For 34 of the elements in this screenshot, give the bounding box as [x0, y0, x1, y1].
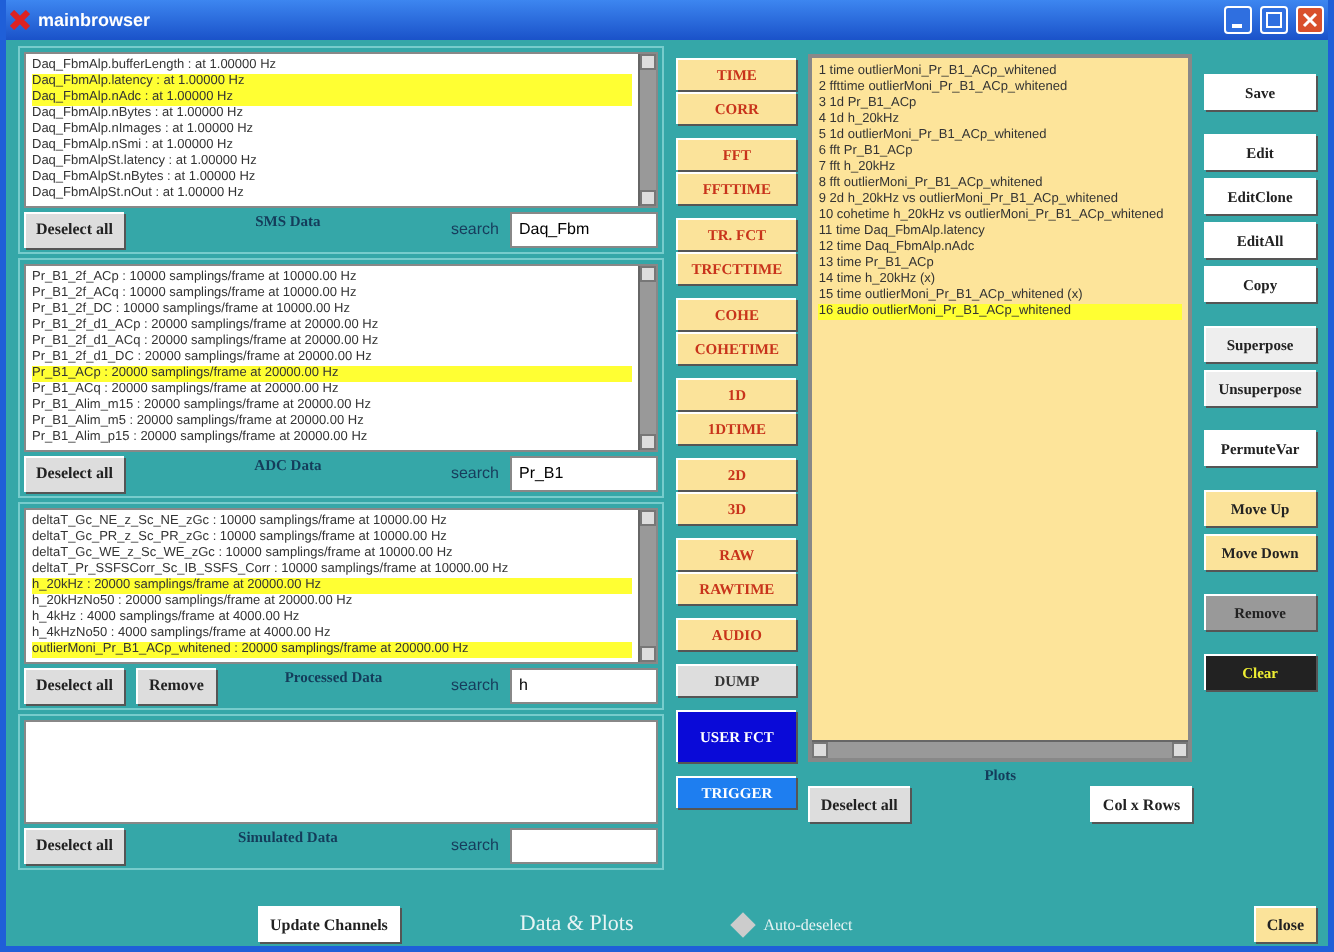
deselect-button[interactable]: Deselect all [24, 667, 125, 703]
close-button[interactable] [1296, 6, 1324, 34]
deselect-button[interactable]: Deselect all [24, 827, 125, 863]
close-button[interactable]: Close [1254, 906, 1316, 942]
window-title: mainbrowser [38, 10, 153, 30]
update-button[interactable]: Update Channels [258, 906, 400, 942]
search-field[interactable]: Daq_Fbm [510, 211, 659, 247]
deselect-button[interactable]: Deselect all [24, 211, 125, 247]
scrollbar[interactable] [638, 510, 657, 662]
radio-label: Auto-deselect [763, 915, 853, 933]
scrollbar[interactable] [638, 54, 657, 206]
channel-list[interactable] [24, 508, 659, 664]
search-field[interactable] [510, 827, 659, 863]
search-label: search [450, 220, 499, 238]
channel-list[interactable] [24, 264, 659, 452]
deselect-button[interactable]: Remove [136, 667, 216, 703]
search-label: search [450, 836, 499, 854]
scrollbar[interactable] [812, 740, 1189, 758]
section-label: Data & Plots [519, 912, 634, 936]
app-icon [10, 10, 30, 30]
search-field[interactable]: Pr_B1 [510, 455, 659, 491]
plots-list[interactable] [808, 54, 1193, 762]
maximize-button[interactable] [1260, 6, 1288, 34]
layout-button[interactable]: Col x Rows [1090, 786, 1193, 822]
deselect-button[interactable]: Deselect all [808, 786, 910, 822]
close-icon [1302, 12, 1318, 28]
search-label: search [450, 464, 499, 482]
deselect-button[interactable]: Deselect all [24, 455, 125, 491]
scrollbar[interactable] [638, 266, 657, 450]
search-label: search [450, 676, 499, 694]
minimize-button[interactable] [1224, 6, 1252, 34]
channel-list[interactable] [24, 52, 659, 208]
maximize-icon [1266, 12, 1282, 28]
search-field[interactable]: h [510, 667, 659, 703]
